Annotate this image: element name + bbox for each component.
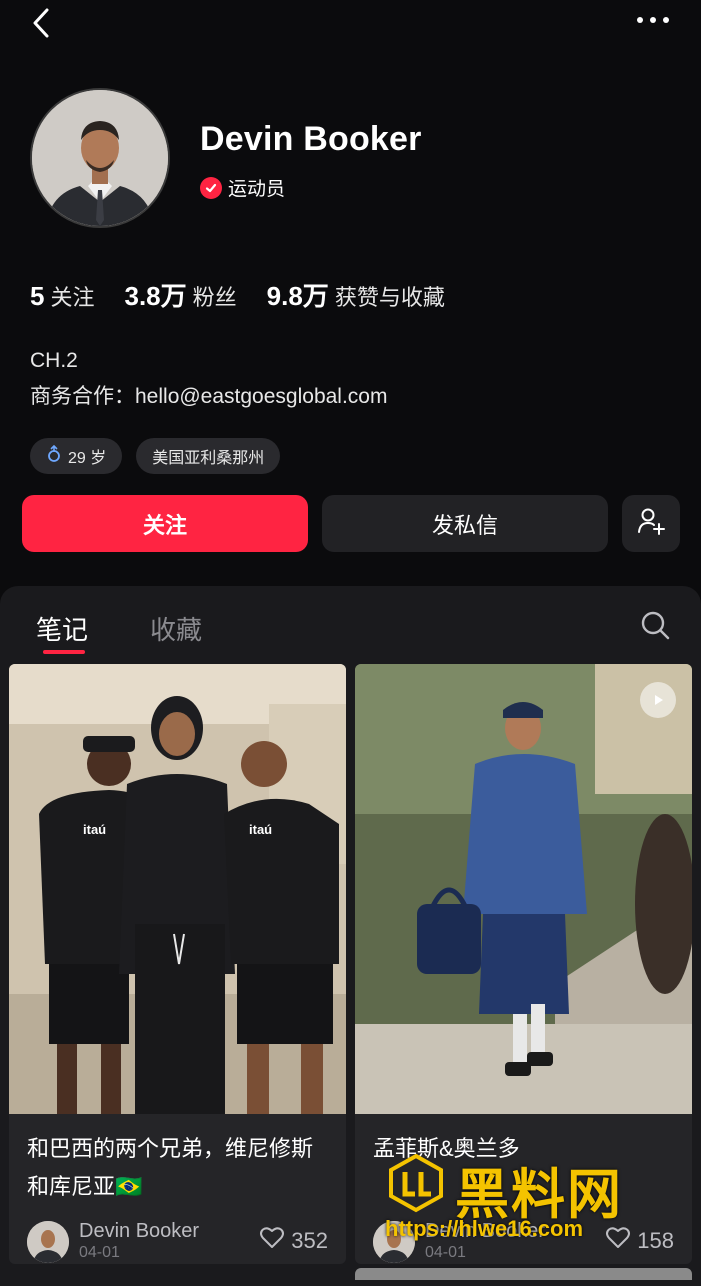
add-user-button[interactable] bbox=[622, 495, 680, 552]
profile-stats: 5 关注 3.8万 粉丝 9.8万 获赞与收藏 bbox=[30, 276, 445, 313]
like-count[interactable]: 352 bbox=[259, 1226, 328, 1256]
age-tag: 29 岁 bbox=[30, 438, 123, 474]
heart-icon bbox=[259, 1226, 285, 1256]
stat-likes-label: 获赞与收藏 bbox=[334, 285, 445, 310]
stat-likes-value: 9.8万 bbox=[266, 281, 329, 311]
add-user-icon bbox=[636, 506, 666, 542]
stat-likes-collects[interactable]: 9.8万 获赞与收藏 bbox=[267, 276, 445, 313]
video-play-icon bbox=[640, 682, 676, 718]
location-tag: 美国亚利桑那州 bbox=[136, 438, 281, 474]
stat-followers[interactable]: 3.8万 粉丝 bbox=[124, 276, 236, 313]
like-count[interactable]: 158 bbox=[605, 1226, 674, 1256]
note-title: 孟菲斯&奥兰多 bbox=[373, 1136, 520, 1161]
more-dots-icon[interactable] bbox=[632, 8, 676, 32]
stat-followers-label: 粉丝 bbox=[192, 285, 237, 310]
note-card[interactable]: itaú itaú 和巴西的两个兄弟，维尼修斯和库尼亚🇧🇷 Devin Book… bbox=[9, 664, 346, 1264]
verified-label: 运动员 bbox=[228, 179, 286, 200]
next-note-card-peek[interactable] bbox=[355, 1268, 692, 1280]
author-name: Devin Booker bbox=[79, 1220, 200, 1242]
verified-check-icon bbox=[200, 176, 222, 199]
profile-name: Devin Booker bbox=[200, 120, 422, 158]
heart-icon bbox=[605, 1226, 631, 1256]
stat-followers-value: 3.8万 bbox=[124, 281, 187, 311]
stat-following[interactable]: 5 关注 bbox=[30, 280, 94, 312]
like-count-value: 158 bbox=[637, 1228, 674, 1253]
note-title: 和巴西的两个兄弟，维尼修斯和库尼亚🇧🇷 bbox=[27, 1136, 314, 1199]
author-avatar bbox=[373, 1221, 415, 1263]
profile-avatar[interactable] bbox=[30, 88, 170, 228]
bio-line-1: CH.2 bbox=[30, 349, 78, 372]
profile-bio: CH.2 商务合作：hello@eastgoesglobal.com bbox=[30, 343, 387, 415]
active-tab-indicator bbox=[43, 650, 85, 654]
note-author[interactable]: Devin Booker 04-01 bbox=[27, 1220, 199, 1264]
svg-text:itaú: itaú bbox=[83, 822, 106, 837]
stat-following-value: 5 bbox=[30, 281, 45, 311]
follow-button[interactable]: 关注 bbox=[22, 495, 308, 552]
search-icon[interactable] bbox=[638, 608, 672, 642]
stat-following-label: 关注 bbox=[50, 285, 95, 310]
svg-text:itaú: itaú bbox=[249, 822, 272, 837]
age-label: 29 岁 bbox=[68, 450, 107, 467]
tab-favorites[interactable]: 收藏 bbox=[150, 610, 202, 647]
note-date: 04-01 bbox=[79, 1244, 120, 1261]
location-label: 美国亚利桑那州 bbox=[152, 450, 265, 467]
message-button[interactable]: 发私信 bbox=[322, 495, 608, 552]
note-photo: itaú itaú bbox=[9, 664, 346, 1114]
back-chevron-left-icon[interactable] bbox=[26, 6, 60, 40]
male-icon bbox=[46, 444, 62, 468]
note-date: 04-01 bbox=[425, 1244, 466, 1261]
bio-line-2: 商务合作：hello@eastgoesglobal.com bbox=[30, 385, 388, 408]
author-name: Devin Booker bbox=[425, 1220, 546, 1242]
author-avatar bbox=[27, 1221, 69, 1263]
note-author[interactable]: Devin Booker 04-01 bbox=[373, 1220, 545, 1264]
note-card[interactable]: 孟菲斯&奥兰多 Devin Booker 04-01 158 bbox=[355, 664, 692, 1264]
note-photo bbox=[355, 664, 692, 1114]
verified-badge: 运动员 bbox=[200, 174, 285, 201]
like-count-value: 352 bbox=[291, 1228, 328, 1253]
profile-tags: 29 岁 美国亚利桑那州 bbox=[30, 438, 281, 474]
tab-notes[interactable]: 笔记 bbox=[36, 610, 88, 647]
